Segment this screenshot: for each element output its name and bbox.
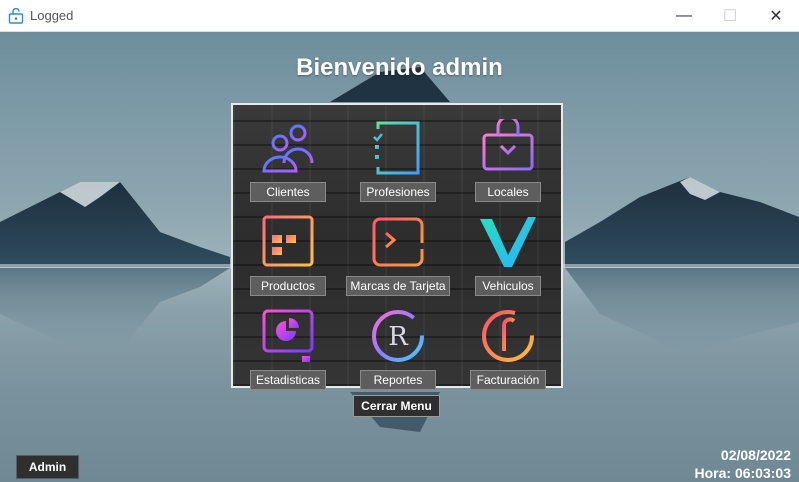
close-button[interactable]: ✕ [753,0,799,31]
svg-text:R: R [388,322,409,352]
facturacion-button[interactable]: Facturación [470,370,546,390]
app-logo-icon [8,7,24,24]
productos-button[interactable]: Productos [250,276,326,296]
menu-panel: Clientes Profesiones Locales Productos M… [231,103,563,390]
profesiones-button[interactable]: Profesiones [360,182,436,202]
maximize-button[interactable]: ☐ [707,0,753,31]
welcome-heading: Bienvenido admin [296,54,503,81]
terminal-icon [372,217,424,267]
menu-tile-productos: Productos [233,205,343,299]
window-controls: — ☐ ✕ [661,0,799,31]
minimize-button[interactable]: — [661,0,707,31]
window-title: Logged [30,8,74,23]
menu-tile-locales: Locales [453,111,563,205]
estadisticas-button[interactable]: Estadisticas [250,370,326,390]
admin-user-button[interactable]: Admin [16,455,79,479]
locales-button[interactable]: Locales [475,182,541,202]
menu-tile-vehiculos: Vehiculos [453,205,563,299]
menu-tile-facturacion: Facturación [453,299,563,393]
vehiculos-button[interactable]: Vehiculos [475,276,541,296]
clientes-button[interactable]: Clientes [250,182,326,202]
invoice-f-icon [482,310,534,362]
product-window-icon [262,215,314,267]
cerrar-menu-button[interactable]: Cerrar Menu [353,395,440,417]
current-date: 02/08/2022 [720,447,791,463]
checklist-icon [373,121,420,175]
r-logo-icon: R [372,310,424,362]
logged-window: Logged — ☐ ✕ Bienvenido admin Clientes P… [0,0,799,482]
current-time: Hora: 06:03:03 [694,465,792,481]
main-area: Bienvenido admin Clientes Profesiones Lo… [0,32,799,482]
menu-tile-profesiones: Profesiones [343,111,453,205]
store-download-icon [482,119,534,171]
menu-tile-clientes: Clientes [233,111,343,205]
marcas-de-tarjeta-button[interactable]: Marcas de Tarjeta [346,276,450,296]
users-icon [262,124,314,173]
menu-tile-marcas-tarjeta: Marcas de Tarjeta [343,205,453,299]
menu-tile-reportes: R Reportes [343,299,453,393]
reportes-button[interactable]: Reportes [360,370,436,390]
title-bar[interactable]: Logged — ☐ ✕ [0,0,799,32]
vehicle-v-icon [480,217,536,267]
pie-chart-monitor-icon [262,309,314,362]
menu-tile-estadisticas: Estadisticas [233,299,343,393]
date-time-display: 02/08/2022 Hora: 06:03:03 [695,446,792,482]
